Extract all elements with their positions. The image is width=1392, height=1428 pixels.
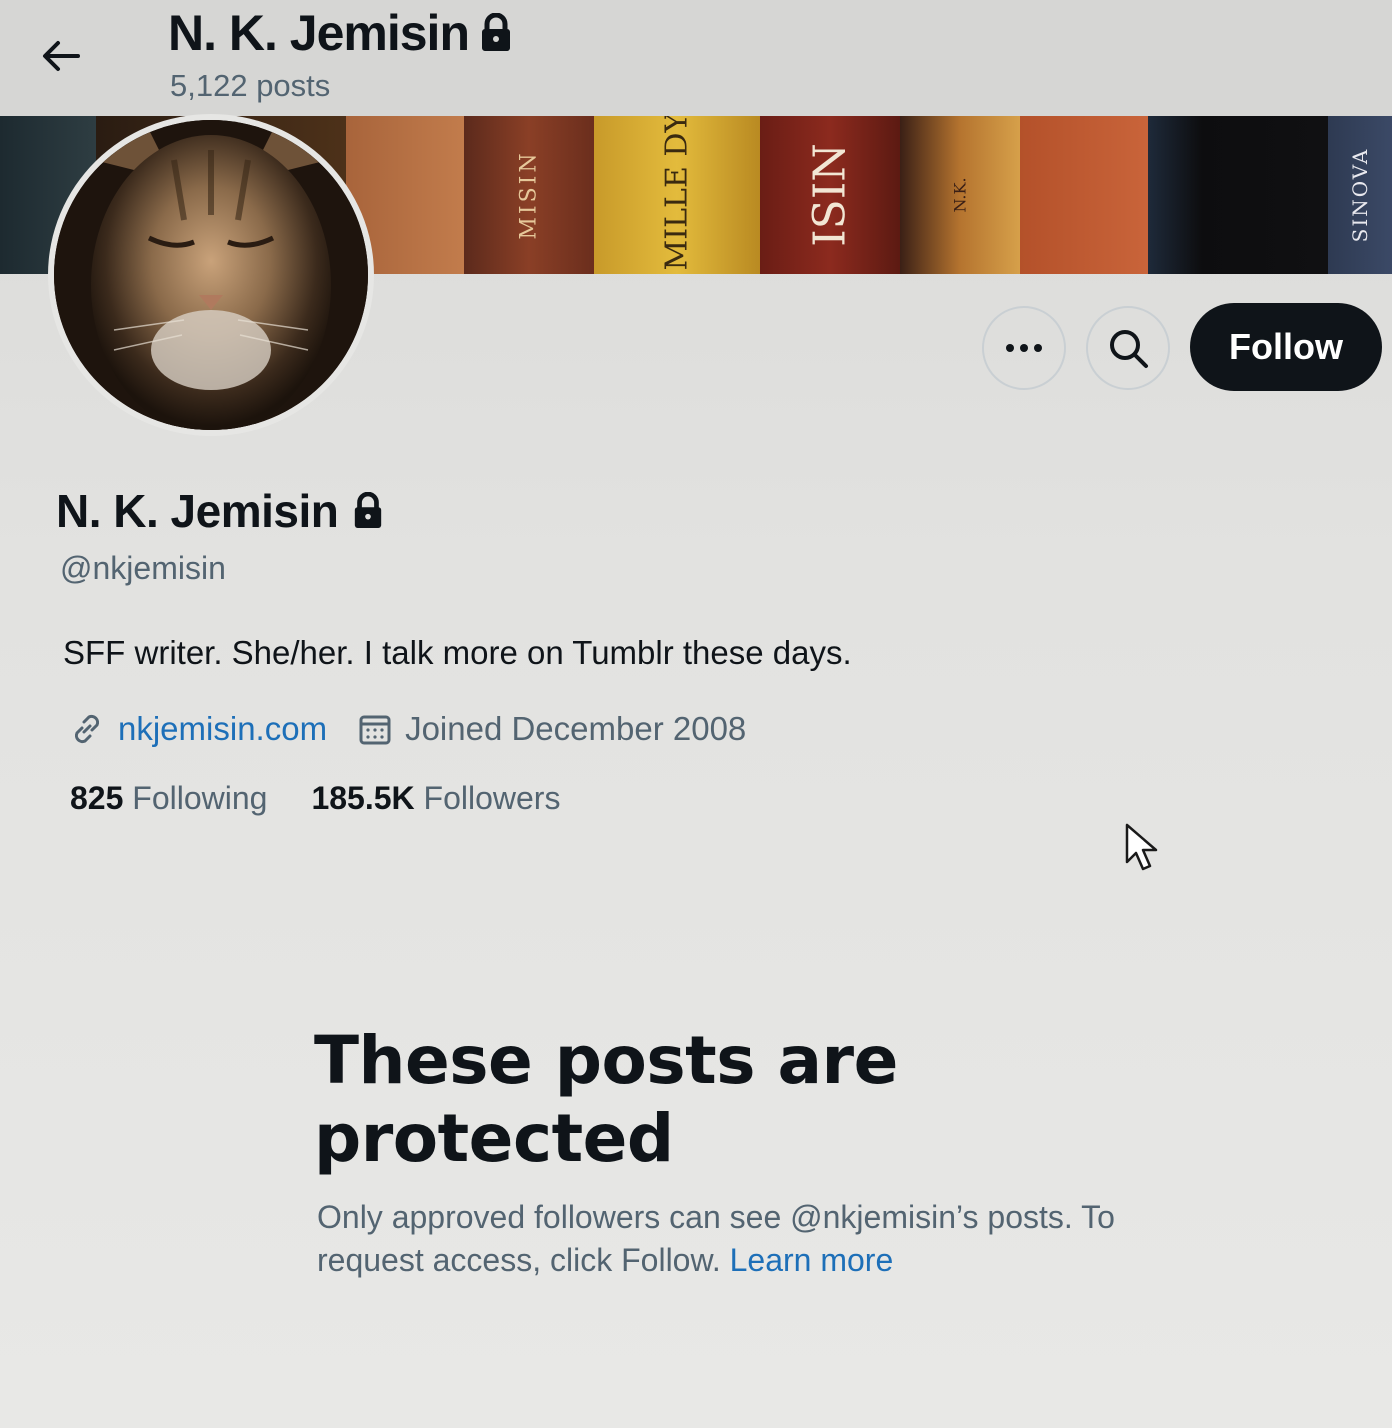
spine-text: ENT MILLE DYAUN — [659, 116, 695, 274]
profile-page: N. K. Jemisin 5,122 posts MISIN ENT MILL… — [0, 0, 1392, 1428]
protected-description: Only approved followers can see @nkjemis… — [317, 1196, 1117, 1282]
profile-name: N. K. Jemisin — [56, 484, 384, 538]
more-button[interactable] — [982, 306, 1066, 390]
book-spine: N.K. — [900, 116, 1020, 274]
following-label: Following — [132, 780, 268, 816]
profile-handle: @nkjemisin — [60, 550, 226, 586]
book-spine: ISIN — [760, 116, 900, 274]
protected-title: These posts are protected — [314, 1022, 898, 1177]
book-spine: SINOVA — [1328, 116, 1392, 274]
follow-button[interactable]: Follow — [1190, 303, 1382, 391]
spine-text: MISIN — [516, 150, 542, 240]
followers-count: 185.5K — [311, 780, 415, 816]
joined-date: Joined December 2008 — [405, 710, 747, 747]
search-button[interactable] — [1086, 306, 1170, 390]
link-icon — [74, 714, 100, 744]
profile-bio: SFF writer. She/her. I talk more on Tumb… — [63, 634, 852, 671]
posts-count: 5,122 posts — [170, 68, 331, 103]
lock-icon — [355, 492, 382, 528]
spine-text: ISIN — [804, 143, 856, 247]
followers-link[interactable]: 185.5K Followers — [311, 780, 560, 817]
protected-description-text: Only approved followers can see @nkjemis… — [317, 1199, 1115, 1278]
book-spine: ENT MILLE DYAUN — [594, 116, 760, 274]
following-link[interactable]: 825 Following — [70, 780, 267, 817]
mouse-cursor-icon — [1125, 823, 1158, 871]
header-title: N. K. Jemisin — [168, 4, 513, 62]
search-icon — [1110, 330, 1148, 368]
following-count: 825 — [70, 780, 124, 816]
header-name: N. K. Jemisin — [168, 5, 470, 61]
book-spine — [1020, 116, 1148, 274]
avatar[interactable] — [48, 114, 374, 436]
learn-more-link[interactable]: Learn more — [730, 1242, 894, 1278]
calendar-icon — [359, 715, 391, 745]
profile-name-text: N. K. Jemisin — [56, 485, 339, 537]
cat-avatar-image — [54, 120, 368, 430]
arrow-left-icon — [43, 41, 80, 71]
profile-stats: 825 Following 185.5K Followers — [70, 780, 560, 817]
spine-text: N.K. — [950, 177, 970, 213]
book-spine: MISIN — [464, 116, 594, 274]
website-link[interactable]: nkjemisin.com — [118, 710, 327, 748]
lock-icon — [482, 13, 510, 51]
top-bar: N. K. Jemisin 5,122 posts — [0, 0, 1392, 118]
profile-meta: nkjemisin.com Joined December 2008 — [68, 706, 746, 752]
followers-label: Followers — [423, 780, 561, 816]
back-button[interactable] — [30, 30, 90, 82]
book-spine — [1148, 116, 1328, 274]
spine-text: SINOVA — [1348, 147, 1372, 243]
ellipsis-icon — [1006, 344, 1042, 352]
